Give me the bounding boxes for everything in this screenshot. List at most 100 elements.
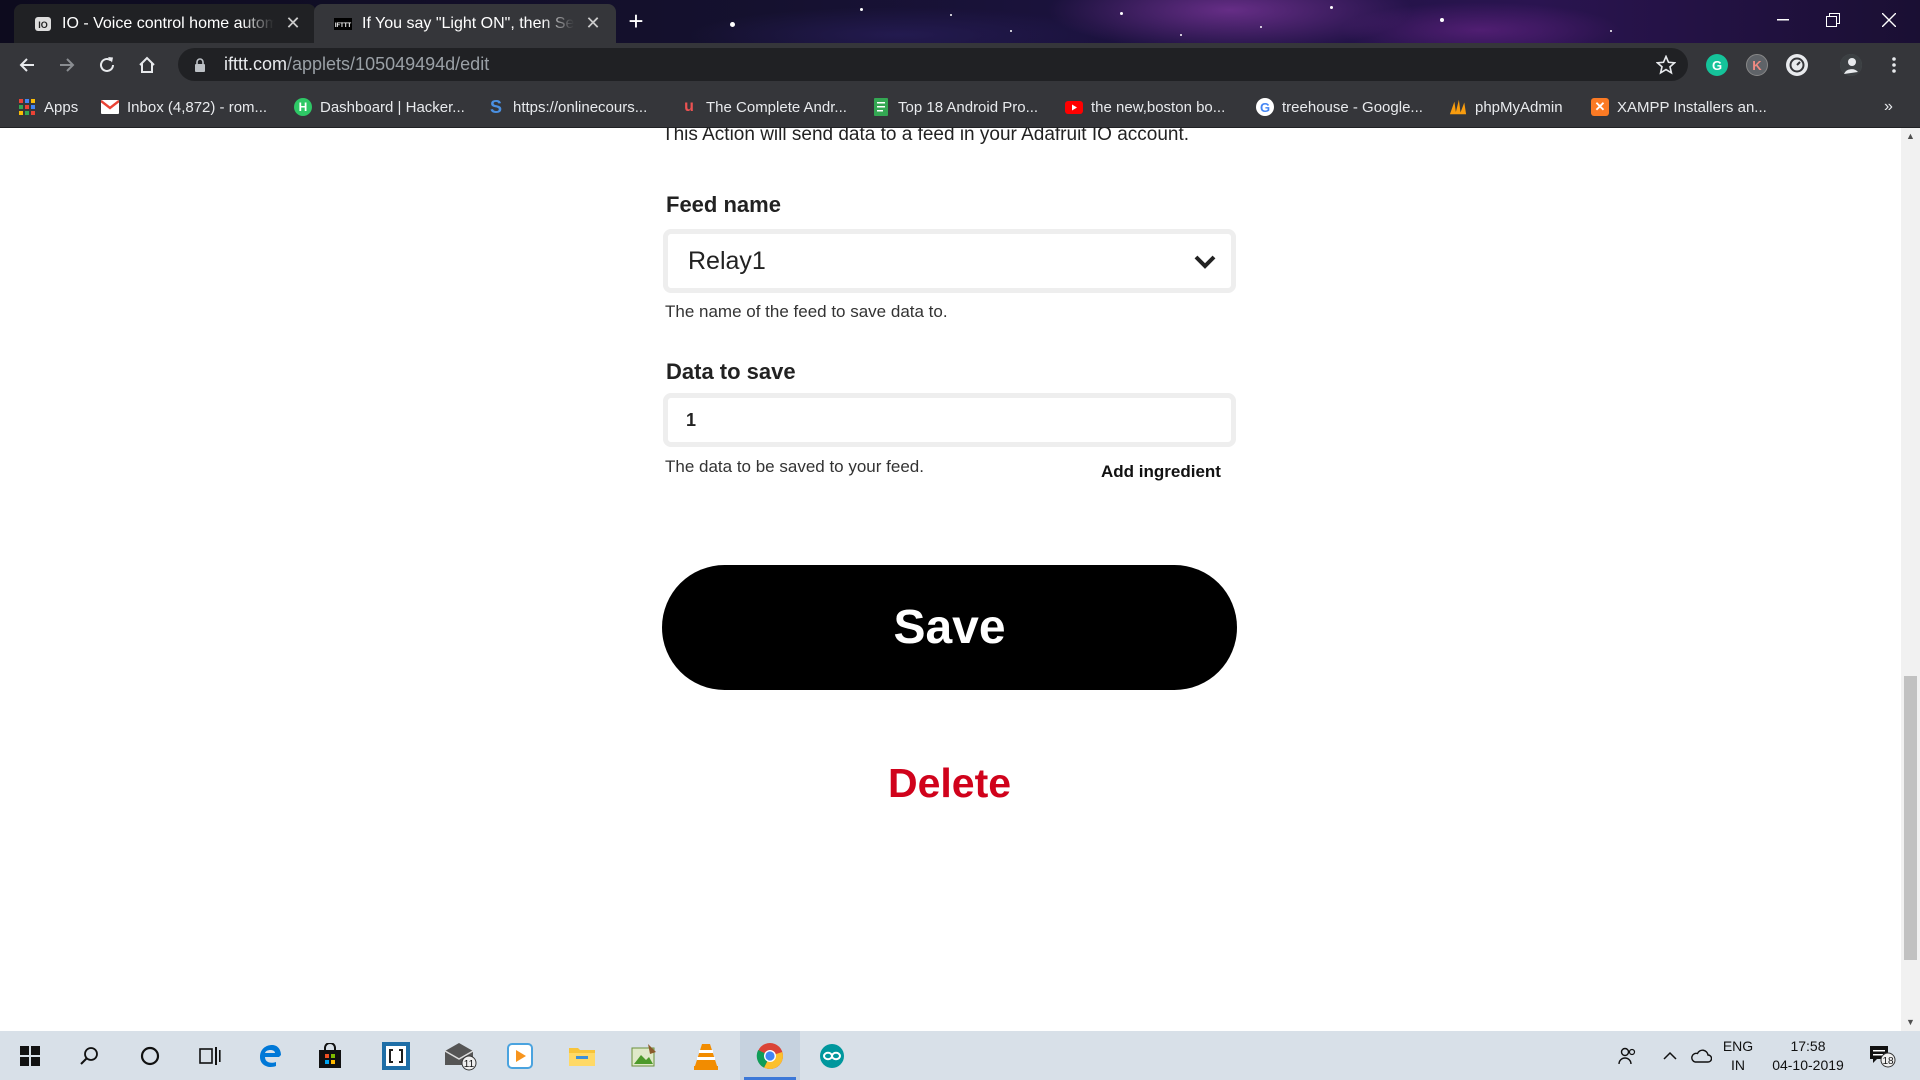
feed-name-select[interactable]: Relay1	[663, 229, 1236, 293]
data-to-save-label: Data to save	[666, 359, 796, 384]
reload-button[interactable]	[93, 51, 121, 79]
forward-button[interactable]	[53, 51, 81, 79]
ifttt-icon: IFTTT	[334, 15, 352, 33]
file-explorer-icon[interactable]	[552, 1031, 612, 1080]
restore-button[interactable]	[1810, 0, 1856, 40]
document-icon	[872, 98, 890, 116]
bracket-editor-icon[interactable]	[366, 1031, 426, 1080]
bookmark-hackerrank[interactable]: H Dashboard | Hacker...	[294, 96, 465, 118]
bookmark-label: Top 18 Android Pro...	[898, 98, 1039, 116]
scroll-up-arrow-icon[interactable]: ▲	[1901, 128, 1920, 145]
browser-toolbar: ifttt.com/applets/105049494d/edit G K	[0, 43, 1920, 86]
bookmark-star-icon[interactable]	[1655, 54, 1677, 80]
show-hidden-icons-chevron-icon[interactable]	[1656, 1031, 1684, 1080]
input-language-indicator[interactable]: ENG IN	[1718, 1037, 1758, 1075]
clock-date: 04-10-2019	[1772, 1057, 1844, 1073]
background-star	[1120, 12, 1123, 15]
back-button[interactable]	[13, 51, 41, 79]
data-to-save-input[interactable]	[663, 393, 1236, 447]
search-icon[interactable]	[60, 1031, 120, 1080]
google-icon: G	[1256, 98, 1274, 116]
scroll-down-arrow-icon[interactable]: ▼	[1901, 1014, 1920, 1031]
scrollbar-thumb[interactable]	[1904, 676, 1917, 960]
new-tab-button[interactable]: +	[622, 8, 650, 36]
close-tab-icon[interactable]: ✕	[584, 13, 602, 34]
delete-button[interactable]: Delete	[662, 760, 1237, 807]
bookmark-top-18-android[interactable]: Top 18 Android Pro...	[872, 96, 1038, 118]
tab-ifttt-applet[interactable]: IFTTT If You say "Light ON", then Send ✕	[314, 4, 616, 43]
bookmark-label: the new,boston bo...	[1091, 98, 1226, 116]
s-icon: S	[489, 96, 502, 117]
feed-name-value: Relay1	[688, 246, 766, 275]
tab-title: If You say "Light ON", then Send	[362, 14, 574, 32]
windows-start-icon[interactable]	[0, 1031, 60, 1080]
address-bar[interactable]: ifttt.com/applets/105049494d/edit	[178, 48, 1688, 81]
action-description: This Action will send data to a feed in …	[662, 128, 1190, 145]
add-ingredient-button[interactable]: Add ingredient	[1101, 462, 1221, 482]
bookmarks-bar: Apps Inbox (4,872) - rom... H Dashboard …	[0, 86, 1920, 128]
bookmark-label: Dashboard | Hacker...	[320, 98, 465, 116]
onedrive-cloud-icon[interactable]	[1686, 1031, 1716, 1080]
home-button[interactable]	[133, 51, 161, 79]
task-view-icon[interactable]	[180, 1031, 240, 1080]
background-star	[1010, 30, 1012, 32]
notification-center-icon[interactable]: 18	[1862, 1031, 1902, 1080]
minimize-button[interactable]	[1760, 0, 1806, 40]
background-star	[730, 22, 735, 27]
bookmark-complete-android[interactable]: u The Complete Andr...	[680, 96, 847, 118]
page-scrollbar[interactable]: ▲ ▼	[1901, 128, 1920, 1031]
clock-time: 17:58	[1790, 1038, 1826, 1054]
phpmyadmin-icon	[1449, 98, 1467, 116]
region-code: IN	[1731, 1057, 1745, 1073]
bookmark-label: XAMPP Installers an...	[1617, 98, 1767, 116]
background-star	[1180, 34, 1182, 36]
bookmark-xampp[interactable]: ✕ XAMPP Installers an...	[1591, 96, 1767, 118]
url-text: ifttt.com/applets/105049494d/edit	[224, 54, 489, 75]
bookmark-label: https://onlinecours...	[513, 98, 648, 116]
bookmark-gmail-inbox[interactable]: Inbox (4,872) - rom...	[101, 96, 267, 118]
bookmark-phpmyadmin[interactable]: phpMyAdmin	[1449, 96, 1563, 118]
bookmarks-overflow-chevron-icon[interactable]: »	[1884, 96, 1893, 118]
url-path: /applets/105049494d/edit	[287, 54, 490, 74]
image-editor-icon[interactable]	[614, 1031, 674, 1080]
mail-icon[interactable]: 11	[430, 1031, 490, 1080]
edge-browser-icon[interactable]	[240, 1031, 300, 1080]
tab-adafruit-io[interactable]: IO IO - Voice control home automat ✕	[14, 4, 316, 43]
k-extension-icon[interactable]: K	[1746, 54, 1768, 76]
apps-grid-icon	[18, 98, 36, 116]
background-star	[1610, 30, 1612, 32]
data-to-save-help: The data to be saved to your feed.	[665, 457, 924, 476]
arduino-ide-icon[interactable]	[802, 1031, 862, 1080]
profile-avatar-icon[interactable]	[1840, 54, 1862, 76]
microsoft-store-icon[interactable]	[300, 1031, 360, 1080]
xampp-icon: ✕	[1591, 98, 1609, 116]
bookmark-apps[interactable]: Apps	[18, 96, 78, 118]
mail-badge-count: 11	[464, 1059, 475, 1070]
chevron-down-icon[interactable]	[1193, 248, 1217, 277]
media-player-icon[interactable]	[490, 1031, 550, 1080]
bookmark-onlinecourses[interactable]: S https://onlinecours...	[487, 96, 647, 118]
background-star	[1330, 6, 1333, 9]
cortana-icon[interactable]	[120, 1031, 180, 1080]
youtube-icon	[1065, 98, 1083, 116]
vlc-player-icon[interactable]	[676, 1031, 736, 1080]
lock-icon[interactable]	[192, 57, 208, 73]
close-window-button[interactable]	[1866, 0, 1912, 40]
bookmark-newboston[interactable]: the new,boston bo...	[1065, 96, 1225, 118]
save-button[interactable]: Save	[662, 565, 1237, 690]
gmail-icon	[101, 98, 119, 116]
bookmark-label: phpMyAdmin	[1475, 98, 1563, 116]
chrome-menu-icon[interactable]	[1880, 51, 1908, 79]
system-clock[interactable]: 17:58 04-10-2019	[1764, 1037, 1852, 1075]
grammarly-extension-icon[interactable]: G	[1706, 54, 1728, 76]
hackerrank-icon: H	[294, 98, 312, 116]
feed-name-label: Feed name	[666, 192, 781, 217]
windows-taskbar: 11 ENG IN 17:58 04-10-2019 18	[0, 1031, 1920, 1080]
close-tab-icon[interactable]: ✕	[284, 13, 302, 34]
chrome-taskbar-icon[interactable]	[740, 1031, 800, 1080]
adafruit-io-icon: IO	[34, 15, 52, 33]
speedometer-extension-icon[interactable]	[1786, 54, 1808, 76]
udemy-icon: u	[684, 98, 694, 115]
bookmark-treehouse[interactable]: G treehouse - Google...	[1256, 96, 1423, 118]
people-icon[interactable]	[1612, 1031, 1642, 1080]
